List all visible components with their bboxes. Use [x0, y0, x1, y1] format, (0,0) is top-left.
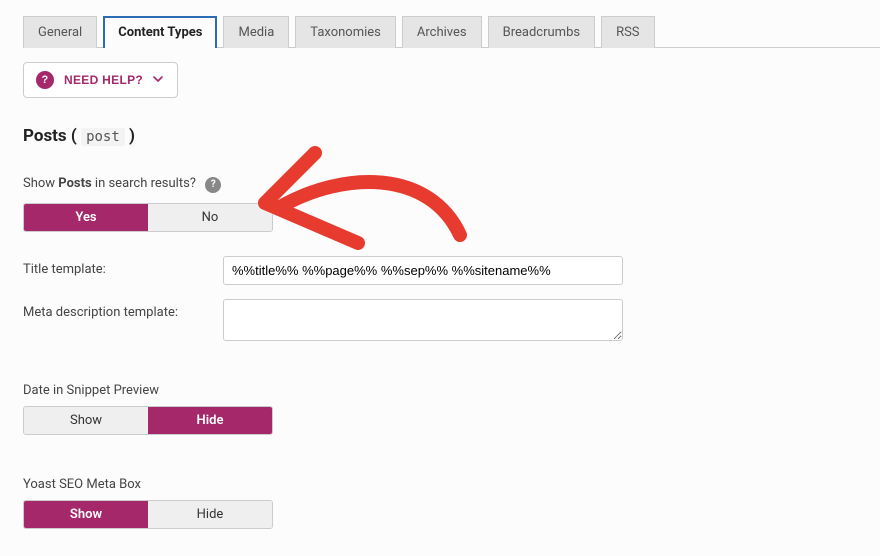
question-icon: ? [36, 71, 54, 89]
meta-description-textarea[interactable] [223, 299, 623, 341]
date-snippet-toggle: Show Hide [23, 406, 273, 435]
chevron-down-icon [153, 73, 163, 87]
settings-tabs: General Content Types Media Taxonomies A… [23, 0, 880, 48]
tab-rss[interactable]: RSS [601, 16, 654, 48]
meta-box-toggle: Show Hide [23, 500, 273, 529]
help-icon[interactable]: ? [205, 177, 221, 193]
need-help-button[interactable]: ? NEED HELP? [23, 62, 178, 98]
date-snippet-label: Date in Snippet Preview [23, 383, 880, 398]
section-title-posts: Posts ( post ) [23, 126, 880, 146]
tab-content-types[interactable]: Content Types [103, 16, 217, 48]
tab-taxonomies[interactable]: Taxonomies [295, 16, 396, 48]
show-in-results-toggle: Yes No [23, 203, 273, 232]
show-in-results-no[interactable]: No [148, 204, 272, 231]
tab-archives[interactable]: Archives [402, 16, 482, 48]
tab-general[interactable]: General [23, 16, 97, 48]
meta-box-hide[interactable]: Hide [148, 501, 272, 528]
date-snippet-show[interactable]: Show [24, 407, 148, 434]
meta-description-label: Meta description template: [23, 299, 223, 320]
title-template-label: Title template: [23, 256, 223, 277]
meta-box-show[interactable]: Show [24, 501, 148, 528]
show-in-results-label: Show Posts in search results? ? [23, 176, 880, 193]
date-snippet-hide[interactable]: Hide [148, 407, 272, 434]
need-help-label: NEED HELP? [64, 73, 143, 87]
tab-breadcrumbs[interactable]: Breadcrumbs [488, 16, 595, 48]
title-template-input[interactable] [223, 256, 623, 285]
tab-media[interactable]: Media [223, 16, 289, 48]
meta-box-label: Yoast SEO Meta Box [23, 477, 880, 492]
show-in-results-yes[interactable]: Yes [24, 204, 148, 231]
